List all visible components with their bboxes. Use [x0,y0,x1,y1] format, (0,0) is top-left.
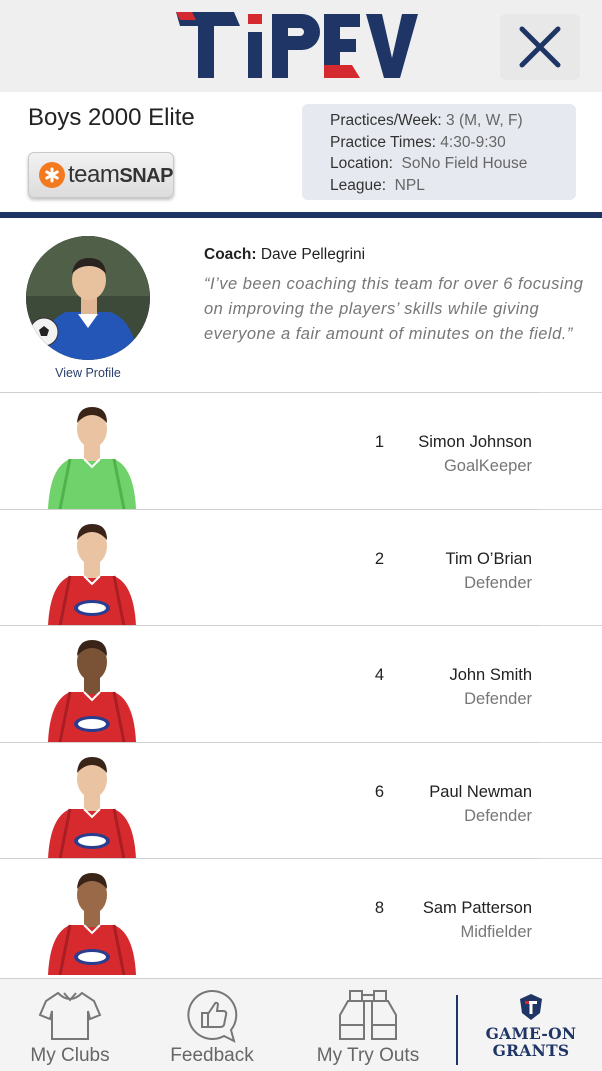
nav-my-clubs-label: My Clubs [30,1045,110,1066]
row-separator [0,625,540,626]
player-photo [48,407,136,509]
teamsnap-label-snap: SNAP [119,165,173,187]
teamsnap-label: teamSNAP [68,161,173,189]
player-position: Defender [464,690,532,708]
nav-separator [456,995,458,1065]
coach-quote: “I’ve been coaching this team for over 6… [204,275,584,343]
team-name: Boys 2000 Elite [28,104,195,131]
practices-per-week: Practices/Week: 3 (M, W, F) [330,112,523,129]
player-photo [48,873,136,975]
row-separator [0,392,540,393]
player-position: Defender [464,806,532,825]
player-name: Sam Patterson [422,899,532,917]
player-number: 2 [374,549,384,568]
close-icon [519,26,561,68]
player-name: Simon Johnson [418,433,532,451]
player-photo [48,640,136,742]
nav-my-try-outs-label: My Try Outs [316,1045,420,1066]
player-name: Paul Newman [429,782,532,801]
roster-list: 1 Simon Johnson GoalKeeper 2 Tim O’Brian Defe… [0,392,602,975]
thumbs-up-icon [187,989,238,1043]
coach-avatar[interactable] [26,236,150,360]
roster-row[interactable]: 2 Tim O’Brian Defender [0,508,602,626]
game-on-grants-label: GAME-ON GRANTS [485,1024,577,1060]
practice-info-box: Practices/Week: 3 (M, W, F) Practice Tim… [302,104,576,200]
binoculars-icon [339,990,397,1040]
roster-row[interactable]: 6 Paul Newman Defender [0,741,602,859]
roster-row[interactable]: 1 Simon Johnson GoalKeeper [0,392,602,509]
view-profile-link[interactable]: View Profile [26,366,150,380]
tipevo-logo [176,12,418,78]
nav-feedback[interactable]: Feedback [152,979,272,1071]
player-position: Midfielder [460,923,532,941]
coach-name: Dave Pellegrini [260,246,366,263]
player-number: 8 [374,899,384,917]
row-separator [0,508,540,510]
player-photo [48,756,136,859]
practice-league: League: NPL [330,176,425,194]
nav-my-clubs[interactable]: My Clubs [10,979,130,1071]
nav-game-on-grants[interactable]: GAME-ON GRANTS [466,979,596,1071]
player-position: GoalKeeper [443,457,532,475]
grants-shield-icon [520,994,542,1020]
row-separator [0,741,540,743]
player-name: Tim O’Brian [445,549,532,568]
player-photo [48,523,136,626]
teamsnap-button[interactable]: teamSNAP [28,152,174,198]
header-divider [0,212,602,218]
roster-row[interactable]: 4 John Smith Defender [0,625,602,742]
practice-location: Location: SoNo Field House [330,155,528,172]
player-name: John Smith [449,666,532,684]
player-position: Defender [464,573,532,592]
player-number: 1 [374,433,384,451]
practice-times: Practice Times: 4:30-9:30 [330,133,506,151]
nav-my-try-outs[interactable]: My Try Outs [306,979,430,1071]
player-number: 4 [374,666,384,684]
nav-feedback-label: Feedback [170,1045,254,1066]
row-separator [0,858,540,859]
player-number: 6 [374,782,384,801]
bottom-nav: My Clubs Feedback My Try Outs GAME-ON GRA… [0,978,602,1071]
teamsnap-star-icon [39,162,65,188]
teamsnap-label-team: team [68,161,120,188]
coach-name-line: Coach: Dave Pellegrini [204,246,366,263]
jersey-icon [38,991,102,1040]
app-header [0,0,602,92]
close-button[interactable] [500,14,580,80]
roster-row[interactable]: 8 Sam Patterson Midfielder [0,858,602,975]
